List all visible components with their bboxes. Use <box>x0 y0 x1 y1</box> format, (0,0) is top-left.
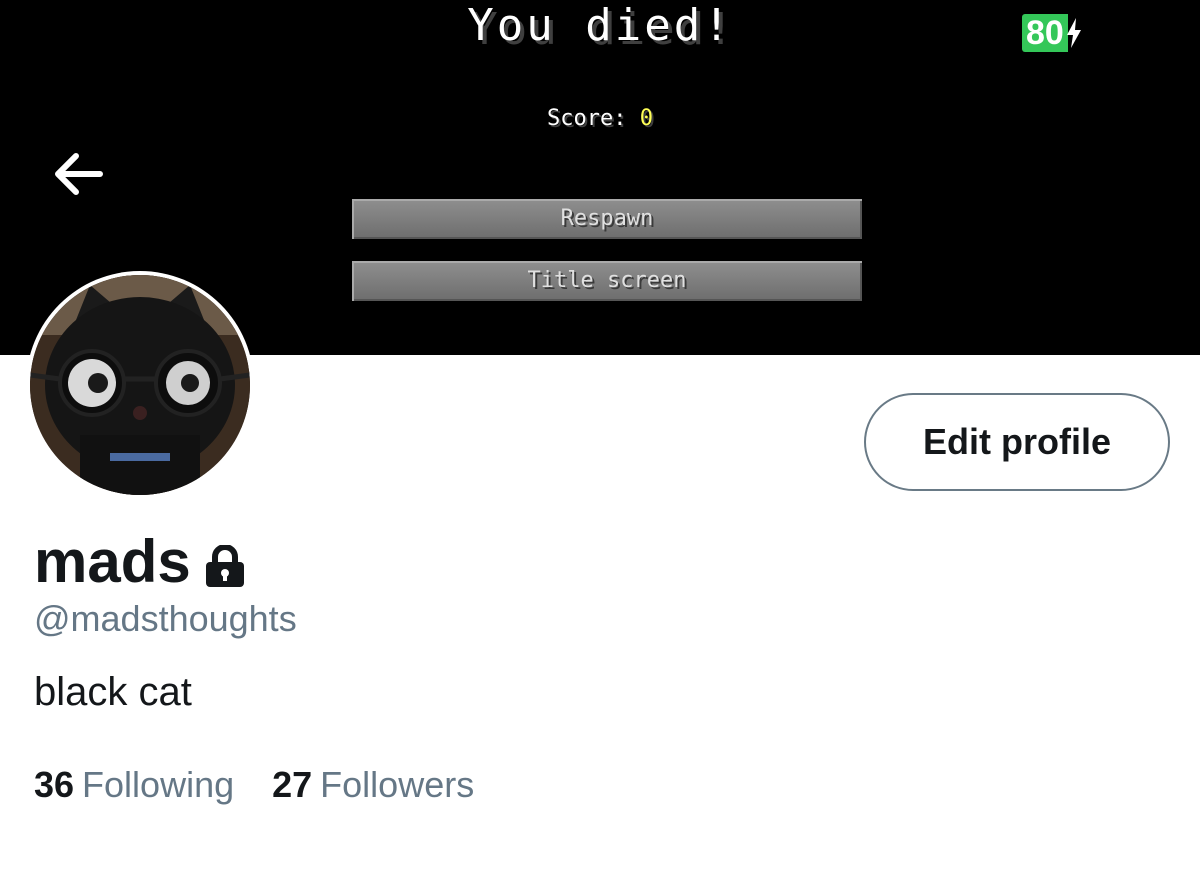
profile-stats: 36 Following 27 Followers <box>34 764 512 806</box>
profile-bio: black cat <box>34 670 192 714</box>
followers-label: Followers <box>320 764 475 805</box>
score-label: Score: <box>547 106 640 131</box>
following-count: 36 <box>34 764 75 805</box>
back-arrow-icon <box>55 153 103 195</box>
back-button[interactable] <box>50 148 106 200</box>
score-value: 0 <box>639 106 653 131</box>
avatar-image <box>30 275 250 495</box>
bolt-icon <box>1066 18 1081 48</box>
game-over-title: You died! <box>467 0 733 51</box>
followers-count: 27 <box>272 764 313 805</box>
avatar[interactable] <box>26 271 254 499</box>
profile-name-row: mads <box>34 527 247 597</box>
following-link[interactable]: 36 Following <box>34 764 234 806</box>
score-text: Score: 0 <box>0 106 1200 131</box>
battery-level: 80 <box>1022 14 1068 52</box>
black-cat-plush-icon <box>30 275 250 495</box>
edit-profile-button[interactable]: Edit profile <box>864 393 1170 491</box>
followers-link[interactable]: 27 Followers <box>272 764 474 806</box>
respawn-button: Respawn <box>350 197 864 241</box>
battery-indicator: 80 <box>1022 14 1082 52</box>
following-label: Following <box>82 764 235 805</box>
profile-handle: @madsthoughts <box>34 598 297 639</box>
title-screen-button: Title screen <box>350 259 864 303</box>
display-name: mads <box>34 528 191 595</box>
lock-icon <box>205 545 244 587</box>
